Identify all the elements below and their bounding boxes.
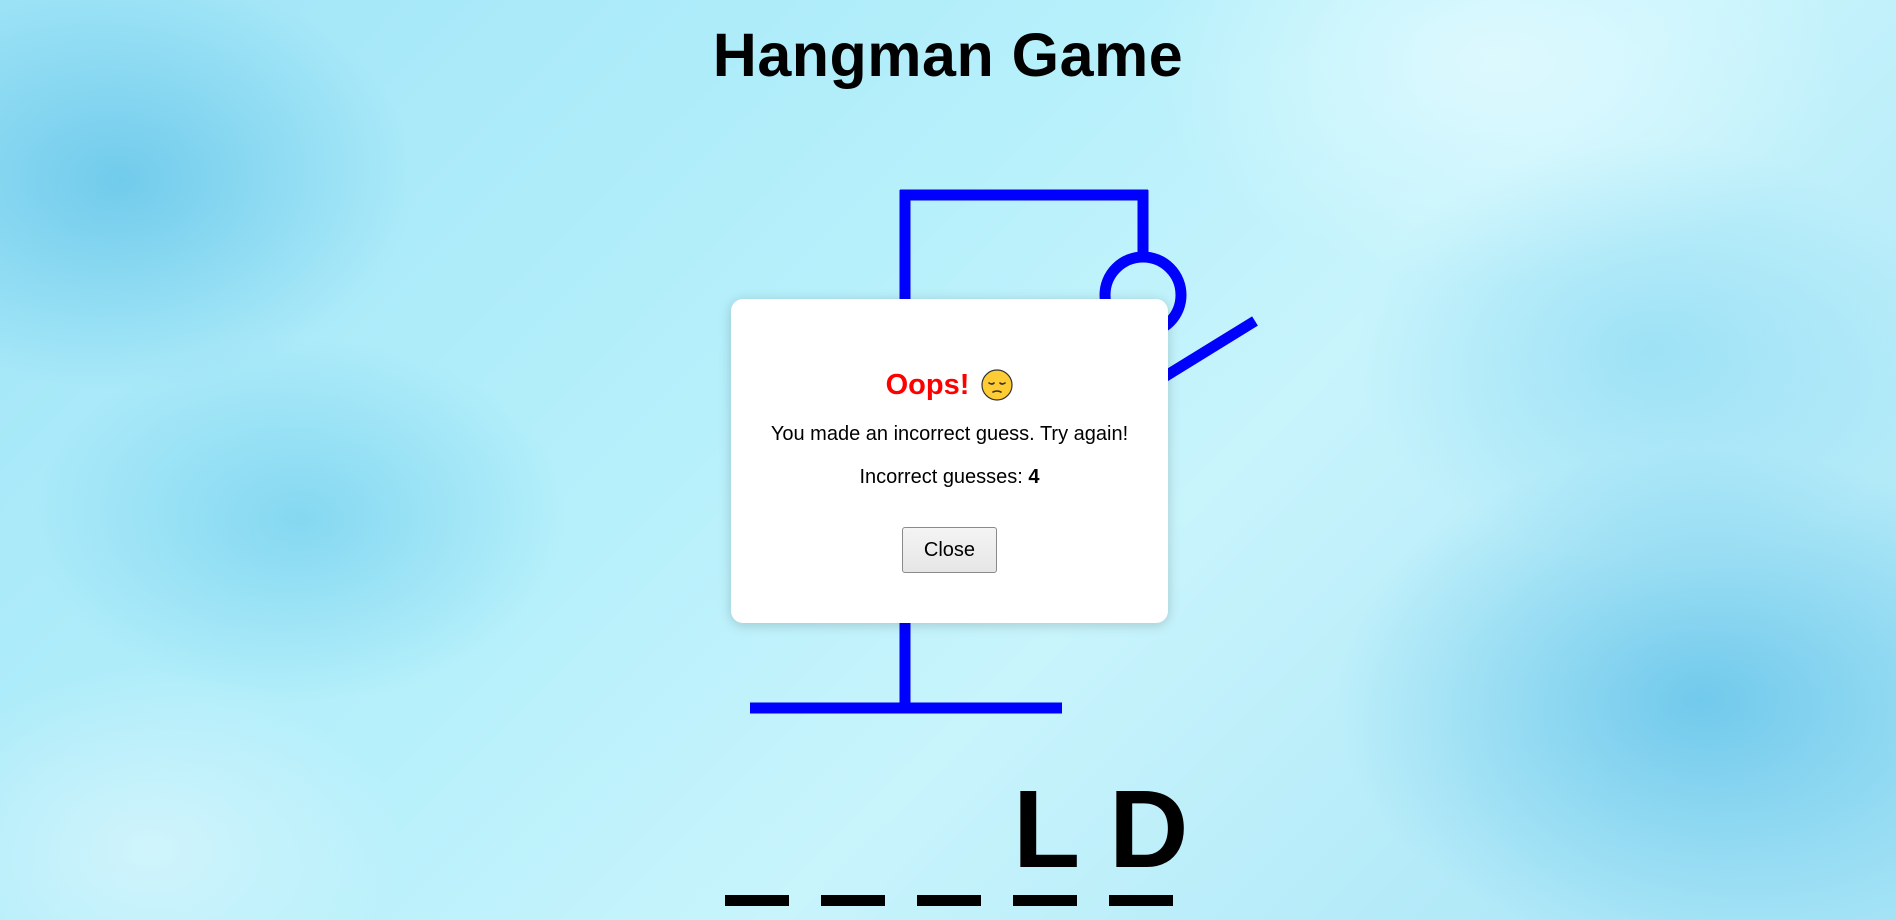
incorrect-guess-modal: Oops! You made an incorrect guess. Try a… (731, 299, 1168, 623)
letter-underline (917, 895, 981, 906)
count-label: Incorrect guesses: (859, 466, 1029, 488)
letter-slot-letter: L (1013, 768, 1081, 891)
modal-heading-row: Oops! (731, 367, 1168, 403)
letter-underline (821, 895, 885, 906)
count-value: 4 (1028, 466, 1040, 488)
modal-message: You made an incorrect guess. Try again! (770, 423, 1129, 445)
letter-slot: D (1109, 768, 1189, 906)
word-display: L D (725, 768, 1189, 906)
letter-slot (917, 770, 981, 906)
letter-underline (1109, 895, 1173, 906)
letter-slot-letter: D (1109, 768, 1189, 891)
modal-heading: Oops! (885, 369, 970, 401)
letter-slot: L (1013, 768, 1081, 906)
letter-underline (1013, 895, 1077, 906)
pensive-face-icon (981, 369, 1013, 401)
incorrect-guess-count: Incorrect guesses: 4 (731, 466, 1168, 489)
letter-underline (725, 895, 789, 906)
letter-slot (725, 770, 789, 906)
close-button[interactable]: Close (902, 527, 997, 573)
letter-slot (821, 770, 885, 906)
